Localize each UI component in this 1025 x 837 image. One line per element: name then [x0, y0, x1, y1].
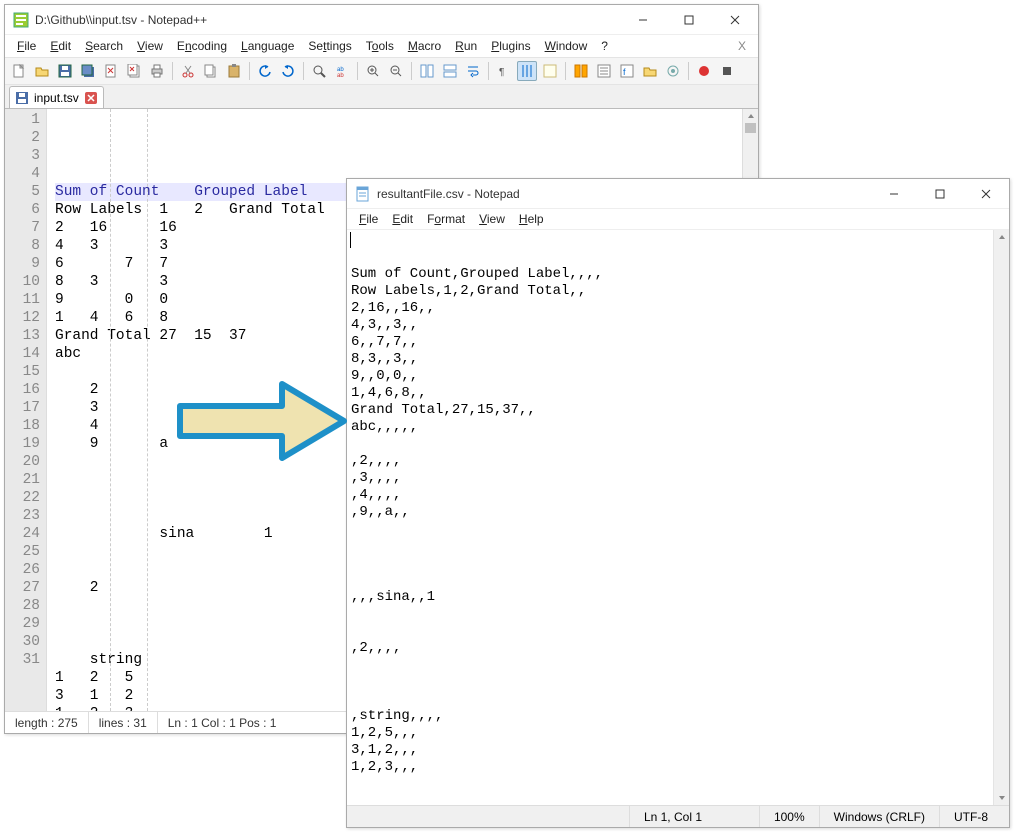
show-all-chars-icon[interactable]: ¶ [494, 61, 514, 81]
wrap-icon[interactable] [463, 61, 483, 81]
text-area[interactable]: Sum of Count,Grouped Label,,,, Row Label… [347, 229, 1009, 805]
menu-tools[interactable]: Tools [360, 37, 400, 55]
open-file-icon[interactable] [32, 61, 52, 81]
maximize-button[interactable] [666, 5, 712, 35]
app-icon [13, 12, 29, 28]
menu-macro[interactable]: Macro [402, 37, 447, 55]
print-icon[interactable] [147, 61, 167, 81]
toolbar: abab ¶ f [5, 57, 758, 85]
tab-input-tsv[interactable]: input.tsv [9, 86, 104, 108]
status-pos: Ln 1, Col 1 [629, 806, 759, 827]
window-title: D:\Github\\input.tsv - Notepad++ [35, 13, 207, 27]
zoom-out-icon[interactable] [386, 61, 406, 81]
save-state-icon [16, 92, 28, 104]
tab-label: input.tsv [34, 91, 79, 105]
menu-language[interactable]: Language [235, 37, 300, 55]
text-caret [350, 232, 351, 248]
titlebar[interactable]: resultantFile.csv - Notepad [347, 179, 1009, 209]
menu-window[interactable]: Window [539, 37, 594, 55]
find-icon[interactable] [309, 61, 329, 81]
scroll-thumb[interactable] [745, 123, 756, 133]
line-number-gutter: 1234567891011121314151617181920212223242… [5, 109, 47, 711]
scroll-up-icon[interactable] [994, 230, 1009, 244]
monitor-icon[interactable] [663, 61, 683, 81]
menu-encoding[interactable]: Encoding [171, 37, 233, 55]
scroll-down-icon[interactable] [994, 791, 1009, 805]
doc-list-icon[interactable] [594, 61, 614, 81]
cut-icon[interactable] [178, 61, 198, 81]
close-button[interactable] [712, 5, 758, 35]
menu-help[interactable]: Help [513, 210, 550, 228]
titlebar[interactable]: D:\Github\\input.tsv - Notepad++ [5, 5, 758, 35]
minimize-button[interactable] [871, 179, 917, 209]
minimize-button[interactable] [620, 5, 666, 35]
replace-icon[interactable]: abab [332, 61, 352, 81]
status-length: length : 275 [5, 712, 89, 733]
menu-edit[interactable]: Edit [386, 210, 419, 228]
svg-text:ab: ab [337, 73, 344, 78]
stop-macro-icon[interactable] [717, 61, 737, 81]
menu-help[interactable]: ? [595, 37, 614, 55]
notepad-window: resultantFile.csv - Notepad File Edit Fo… [346, 178, 1010, 828]
paste-icon[interactable] [224, 61, 244, 81]
func-list-icon[interactable]: f [617, 61, 637, 81]
sync-h-icon[interactable] [440, 61, 460, 81]
menu-view[interactable]: View [473, 210, 511, 228]
save-icon[interactable] [55, 61, 75, 81]
status-encoding: UTF-8 [939, 806, 1009, 827]
menu-edit[interactable]: Edit [44, 37, 77, 55]
sync-v-icon[interactable] [417, 61, 437, 81]
copy-icon[interactable] [201, 61, 221, 81]
doc-map-icon[interactable] [571, 61, 591, 81]
status-lines: lines : 31 [89, 712, 158, 733]
maximize-button[interactable] [917, 179, 963, 209]
save-all-icon[interactable] [78, 61, 98, 81]
statusbar: Ln 1, Col 1 100% Windows (CRLF) UTF-8 [347, 805, 1009, 827]
menu-plugins[interactable]: Plugins [485, 37, 536, 55]
menu-file[interactable]: File [11, 37, 42, 55]
menubar: File Edit Search View Encoding Language … [5, 35, 758, 57]
folder-workspace-icon[interactable] [640, 61, 660, 81]
close-file-icon[interactable] [101, 61, 121, 81]
menubar: File Edit Format View Help [347, 209, 1009, 229]
status-zoom: 100% [759, 806, 819, 827]
tabstrip: input.tsv [5, 85, 758, 109]
scroll-up-icon[interactable] [743, 109, 758, 123]
record-macro-icon[interactable] [694, 61, 714, 81]
menu-format[interactable]: Format [421, 210, 471, 228]
menubar-close-icon[interactable]: X [732, 39, 752, 53]
redo-icon[interactable] [278, 61, 298, 81]
menu-settings[interactable]: Settings [302, 37, 357, 55]
menu-search[interactable]: Search [79, 37, 129, 55]
zoom-in-icon[interactable] [363, 61, 383, 81]
close-button[interactable] [963, 179, 1009, 209]
window-title: resultantFile.csv - Notepad [377, 187, 520, 201]
new-file-icon[interactable] [9, 61, 29, 81]
svg-text:¶: ¶ [499, 67, 504, 78]
vertical-scrollbar[interactable] [993, 230, 1009, 805]
tab-close-icon[interactable] [85, 92, 97, 104]
menu-view[interactable]: View [131, 37, 169, 55]
indent-guide-icon[interactable] [517, 61, 537, 81]
menu-file[interactable]: File [353, 210, 384, 228]
menu-run[interactable]: Run [449, 37, 483, 55]
undo-icon[interactable] [255, 61, 275, 81]
status-eol: Windows (CRLF) [819, 806, 939, 827]
big-arrow-icon [172, 378, 352, 464]
lang-ud-icon[interactable] [540, 61, 560, 81]
close-all-icon[interactable] [124, 61, 144, 81]
app-icon [355, 186, 371, 202]
